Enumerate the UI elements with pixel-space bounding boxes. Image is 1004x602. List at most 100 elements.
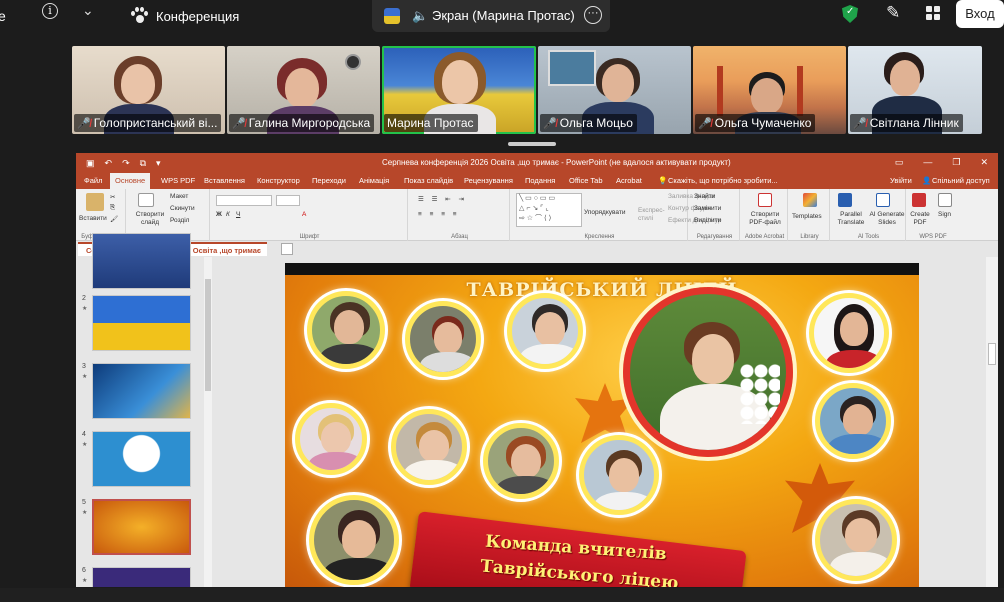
tab-review[interactable]: Рецензування — [464, 176, 513, 185]
info-icon[interactable]: i — [42, 3, 58, 19]
group-drawing: ╲ ▭ ○ ▭ ▭ △ ⌐ ↘ ⌜ ⌞ ⇨ ☆ ⌒ ⟨ ⟩ Упорядкувати… — [512, 189, 722, 241]
screen-share-indicator[interactable]: 🔈 Экран (Марина Протас) ··· — [372, 0, 610, 32]
thumbnails-scrollbar[interactable] — [204, 257, 212, 587]
slide-thumbnail[interactable] — [92, 363, 191, 419]
slideshow-icon[interactable]: ⧉ — [140, 158, 146, 169]
participant-name: Ольга Моцьо — [559, 116, 633, 130]
new-slide-icon[interactable] — [138, 193, 154, 207]
copy-icon[interactable]: ⎘ — [110, 204, 115, 212]
create-pdf-wps-icon[interactable] — [912, 193, 926, 207]
taskbar — [0, 588, 1004, 602]
create-pdf-button[interactable]: Створити PDF-файл — [744, 211, 786, 227]
tab-wps-pdf[interactable]: WPS PDF — [161, 176, 195, 185]
create-pdf-wps-button[interactable]: Create PDF — [908, 211, 932, 227]
participant-tile[interactable]: 🎤̸ Голопристанський ві... — [72, 46, 225, 134]
scrollbar-thumb[interactable] — [988, 343, 996, 365]
tab-file[interactable]: Файл — [84, 176, 102, 185]
ai-generate-slides-button[interactable]: AI Generate Slides — [868, 211, 906, 227]
select-button[interactable]: Виділити — [694, 217, 721, 224]
scrollbar-thumb[interactable] — [205, 279, 211, 391]
meeting-title-group[interactable]: Конференция — [130, 7, 239, 25]
paste-button[interactable]: Вставити — [79, 215, 107, 222]
templates-icon[interactable] — [803, 193, 817, 207]
find-button[interactable]: Знайти — [694, 193, 715, 200]
screen: e i ⌄ Конференция 🔈 Экран (Марина Протас… — [0, 0, 1004, 602]
slide-scrollbar[interactable] — [986, 257, 998, 587]
current-slide[interactable]: ТАВРІЙСЬКИЙ ЛІЦЕЙ Команда вчителів Таврі… — [285, 263, 919, 587]
slide-thumbnail[interactable] — [92, 233, 191, 289]
tab-home[interactable]: Основне — [110, 173, 151, 189]
parallel-translate-icon[interactable] — [838, 193, 852, 207]
shapes-gallery[interactable]: ╲ ▭ ○ ▭ ▭ △ ⌐ ↘ ⌜ ⌞ ⇨ ☆ ⌒ ⟨ ⟩ — [516, 193, 582, 227]
strip-resize-handle[interactable] — [508, 142, 556, 146]
new-slide-button[interactable]: Створити слайд — [132, 211, 168, 227]
participant-tile[interactable]: 🎤̸ Ольга Моцьо — [538, 46, 691, 134]
more-options-icon[interactable]: ··· — [584, 6, 602, 24]
redo-icon[interactable]: ↷ — [122, 158, 130, 169]
slide-thumbnail[interactable] — [92, 567, 191, 587]
save-icon[interactable]: ▣ — [86, 158, 95, 169]
tab-view[interactable]: Подання — [525, 176, 555, 185]
share-button[interactable]: Спільний доступ — [932, 176, 990, 185]
tab-acrobat[interactable]: Acrobat — [616, 176, 642, 185]
group-adobe: Створити PDF-файл Adobe Acrobat — [742, 189, 788, 241]
ribbon-options-icon[interactable]: ▭ — [895, 157, 904, 168]
maximize-icon[interactable]: ❐ — [952, 157, 960, 168]
paragraph-caption: Абзац — [451, 234, 468, 240]
participant-tile[interactable]: 🎤̸ Ольга Чумаченко — [693, 46, 846, 134]
elder-flowers — [740, 364, 780, 424]
participant-tile[interactable]: 🎤̸ Світлана Лінник — [848, 46, 982, 134]
list-buttons[interactable]: ☰ ☰ ⇤ ⇥ — [418, 195, 467, 203]
tab-animations[interactable]: Анімація — [359, 176, 389, 185]
annotate-icon[interactable]: ✎ — [886, 3, 900, 23]
chevron-down-icon[interactable]: ⌄ — [82, 2, 94, 19]
replace-button[interactable]: Замінити — [694, 205, 721, 212]
bold-button[interactable]: Ж — [216, 211, 222, 218]
tab-office-tab[interactable]: Office Tab — [569, 176, 603, 185]
new-tab-button[interactable] — [281, 243, 293, 255]
quick-styles-button[interactable]: Експрес-стилі — [638, 207, 668, 223]
italic-button[interactable]: К — [226, 211, 230, 218]
share-user-icon[interactable]: 👤 — [922, 176, 931, 185]
paste-icon[interactable] — [86, 193, 104, 211]
participant-name: Голопристанський ві... — [93, 116, 218, 130]
gallery-view-icon[interactable] — [926, 6, 940, 20]
slide-thumbnail-selected[interactable] — [92, 499, 191, 555]
participant-tile-active-speaker[interactable]: Марина Протас — [382, 46, 536, 134]
enter-button[interactable]: Вход — [956, 0, 1004, 28]
align-buttons[interactable]: ≡ ≡ ≡ ≡ — [418, 211, 460, 218]
sign-icon[interactable] — [938, 193, 952, 207]
minimize-icon[interactable]: — — [923, 157, 932, 168]
tab-slideshow[interactable]: Показ слайдів — [404, 176, 453, 185]
sign-in-link[interactable]: Увійти — [890, 176, 912, 185]
undo-icon[interactable]: ↶ — [105, 158, 113, 169]
tab-insert[interactable]: Вставлення — [204, 176, 245, 185]
slide-thumbnail[interactable] — [92, 295, 191, 351]
font-color-button[interactable]: A — [302, 211, 306, 218]
layout-button[interactable]: Макет — [170, 193, 188, 200]
teacher-photo-featured — [623, 287, 793, 457]
slide-thumbnail[interactable] — [92, 431, 191, 487]
tab-design[interactable]: Конструктор — [257, 176, 300, 185]
security-shield-icon[interactable] — [842, 5, 858, 23]
sign-button[interactable]: Sign — [938, 211, 951, 218]
tell-me-box[interactable]: Скажіть, що потрібно зробити... — [668, 176, 778, 185]
reset-button[interactable]: Скинути — [170, 205, 195, 212]
ai-slides-icon[interactable] — [876, 193, 890, 207]
close-icon[interactable]: ✕ — [980, 157, 988, 168]
customize-icon[interactable]: ▾ — [156, 158, 161, 169]
tab-transitions[interactable]: Переходи — [312, 176, 346, 185]
ai-tools-caption: AI Tools — [857, 234, 880, 240]
participant-tile[interactable]: 🎤̸ Галина Миргородська — [227, 46, 380, 134]
parallel-translate-button[interactable]: Parallel Translate — [834, 211, 868, 227]
font-name-box[interactable] — [216, 195, 272, 206]
participant-name-bar: 🎤̸ Ольга Моцьо — [540, 114, 637, 132]
arrange-button[interactable]: Упорядкувати — [584, 209, 625, 216]
templates-button[interactable]: Templates — [792, 213, 822, 220]
font-size-box[interactable] — [276, 195, 300, 206]
section-button[interactable]: Розділ — [170, 217, 189, 224]
cut-icon[interactable]: ✂ — [110, 193, 115, 201]
underline-button[interactable]: Ч — [236, 211, 240, 218]
create-pdf-icon[interactable] — [758, 193, 772, 207]
format-painter-icon[interactable]: 🖌 — [110, 215, 118, 223]
